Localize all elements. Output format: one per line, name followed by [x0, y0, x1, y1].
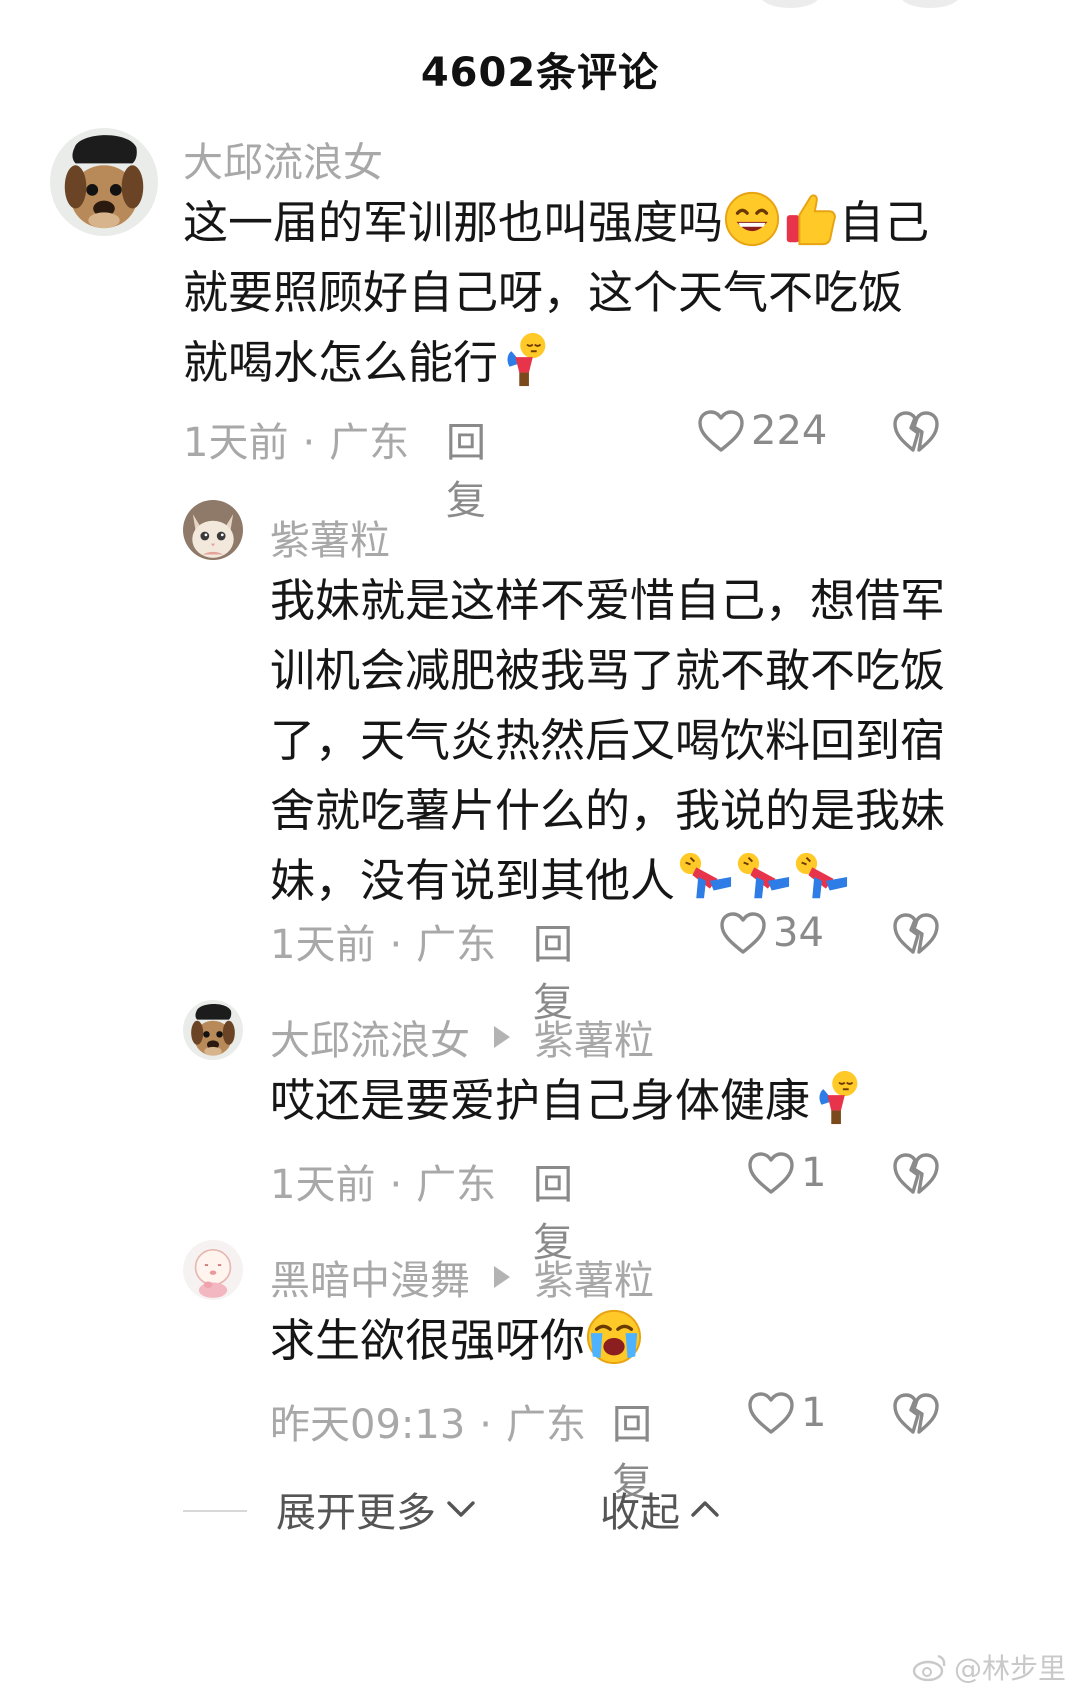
comment-location: 广东	[506, 1402, 586, 1448]
falling-figure-emoji-icon	[791, 848, 849, 906]
comment-text: 哎还是要爱护自己身体健康	[270, 1066, 970, 1136]
comment-text-line: 舍就吃薯片什么的，我说的是我妹	[270, 784, 946, 837]
comment-location: 广东	[329, 420, 410, 466]
comment-text-line: 妹，没有说到其他人	[270, 854, 676, 907]
dog-avatar-icon	[183, 1000, 243, 1060]
comment-text-line: 训机会减肥被我骂了就不敢不吃饭	[270, 644, 946, 697]
comment-author-row: 黑暗中漫舞 紫薯粒	[270, 1248, 654, 1306]
baby-avatar-icon	[183, 1240, 243, 1300]
comment-author-row: 大邱流浪女	[183, 130, 383, 188]
comment-meta: 1天前 · 广东	[270, 922, 497, 968]
cat-avatar-icon	[183, 500, 243, 560]
dislike-button[interactable]	[892, 912, 940, 960]
dog-avatar-icon	[50, 128, 158, 236]
comment-text-line: 了，天气炎热然后又喝饮料回到宿	[270, 714, 946, 767]
comment-text-line: 求生欲很强呀你	[270, 1314, 586, 1367]
comment-text-line: 自己	[839, 196, 930, 249]
comment-meta: 1天前 · 广东	[183, 420, 410, 466]
top-edge-shape	[760, 0, 820, 8]
reply-to-author[interactable]: 紫薯粒	[534, 1248, 654, 1306]
dislike-button[interactable]	[892, 1152, 940, 1200]
comment-text: 这一届的军训那也叫强度吗 自己 就要照顾好自己呀，这个天气不吃饭 就喝水怎么能行	[183, 188, 963, 398]
replies-footer: 展开更多 收起	[0, 1480, 1080, 1540]
weibo-logo-icon	[912, 1654, 946, 1682]
expand-more-label: 展开更多	[276, 1490, 436, 1536]
thumbs-up-emoji-icon	[781, 190, 839, 248]
heart-outline-icon	[719, 911, 767, 955]
like-count: 1	[801, 1390, 827, 1436]
comment-author-row: 紫薯粒	[270, 508, 390, 566]
comment-time: 1天前	[270, 922, 376, 968]
comment-author[interactable]: 黑暗中漫舞	[270, 1248, 470, 1306]
sad-figure-emoji-icon	[498, 330, 556, 388]
broken-heart-icon	[892, 410, 940, 454]
broken-heart-icon	[892, 1152, 940, 1196]
divider	[183, 1510, 247, 1512]
heart-outline-icon	[747, 1151, 795, 1195]
avatar[interactable]	[183, 1000, 243, 1060]
expand-more-button[interactable]: 展开更多	[276, 1480, 476, 1538]
comment-location: 广东	[416, 922, 497, 968]
watermark: @林步里	[912, 1647, 1066, 1687]
chevron-up-icon	[691, 1501, 719, 1517]
avatar[interactable]	[183, 1240, 243, 1300]
watermark-text: @林步里	[953, 1652, 1066, 1685]
comment-meta: 1天前 · 广东	[270, 1162, 497, 1208]
chevron-down-icon	[447, 1501, 475, 1517]
falling-figure-emoji-icon	[675, 848, 733, 906]
broken-heart-icon	[892, 912, 940, 956]
reply-button[interactable]: 回复	[446, 410, 486, 526]
comment-text: 求生欲很强呀你	[270, 1306, 970, 1376]
crying-face-emoji-icon	[585, 1308, 643, 1366]
like-button[interactable]: 224	[697, 408, 827, 454]
reply-arrow-icon	[494, 1266, 510, 1288]
like-button[interactable]: 1	[747, 1390, 826, 1436]
collapse-label: 收起	[600, 1490, 680, 1536]
comment-time: 1天前	[270, 1162, 376, 1208]
comment-text-line: 这一届的军训那也叫强度吗	[183, 196, 724, 249]
collapse-button[interactable]: 收起	[600, 1480, 720, 1538]
comment-time: 昨天09:13	[270, 1402, 466, 1448]
comment-author[interactable]: 大邱流浪女	[183, 130, 383, 188]
comment-author-row: 大邱流浪女 紫薯粒	[270, 1008, 654, 1066]
avatar[interactable]	[50, 128, 158, 236]
heart-outline-icon	[697, 409, 745, 453]
comment-author[interactable]: 紫薯粒	[270, 508, 390, 566]
like-count: 224	[751, 408, 828, 454]
grinning-emoji-icon	[723, 190, 781, 248]
sad-figure-emoji-icon	[810, 1068, 868, 1126]
like-button[interactable]: 34	[719, 910, 824, 956]
comment-text-line: 就要照顾好自己呀，这个天气不吃饭	[183, 266, 904, 319]
dislike-button[interactable]	[892, 1392, 940, 1440]
comment-meta: 昨天09:13 · 广东	[270, 1402, 586, 1448]
reply-to-author[interactable]: 紫薯粒	[534, 1008, 654, 1066]
comment-text-line: 哎还是要爱护自己身体健康	[270, 1074, 811, 1127]
comment-count-title: 4602条评论	[420, 50, 660, 96]
avatar[interactable]	[183, 500, 243, 560]
heart-outline-icon	[747, 1391, 795, 1435]
dislike-button[interactable]	[892, 410, 940, 458]
reply-arrow-icon	[494, 1026, 510, 1048]
broken-heart-icon	[892, 1392, 940, 1436]
like-count: 1	[801, 1150, 827, 1196]
comment-text-line: 我妹就是这样不爱惜自己，想借军	[270, 574, 946, 627]
comment-location: 广东	[416, 1162, 497, 1208]
falling-figure-emoji-icon	[733, 848, 791, 906]
comment-text-line: 就喝水怎么能行	[183, 336, 499, 389]
comment-time: 1天前	[183, 420, 289, 466]
comment-text: 我妹就是这样不爱惜自己，想借军 训机会减肥被我骂了就不敢不吃饭 了，天气炎热然后…	[270, 566, 970, 916]
like-count: 34	[773, 910, 824, 956]
like-button[interactable]: 1	[747, 1150, 826, 1196]
comment-author[interactable]: 大邱流浪女	[270, 1008, 470, 1066]
top-edge-shape	[900, 0, 960, 8]
